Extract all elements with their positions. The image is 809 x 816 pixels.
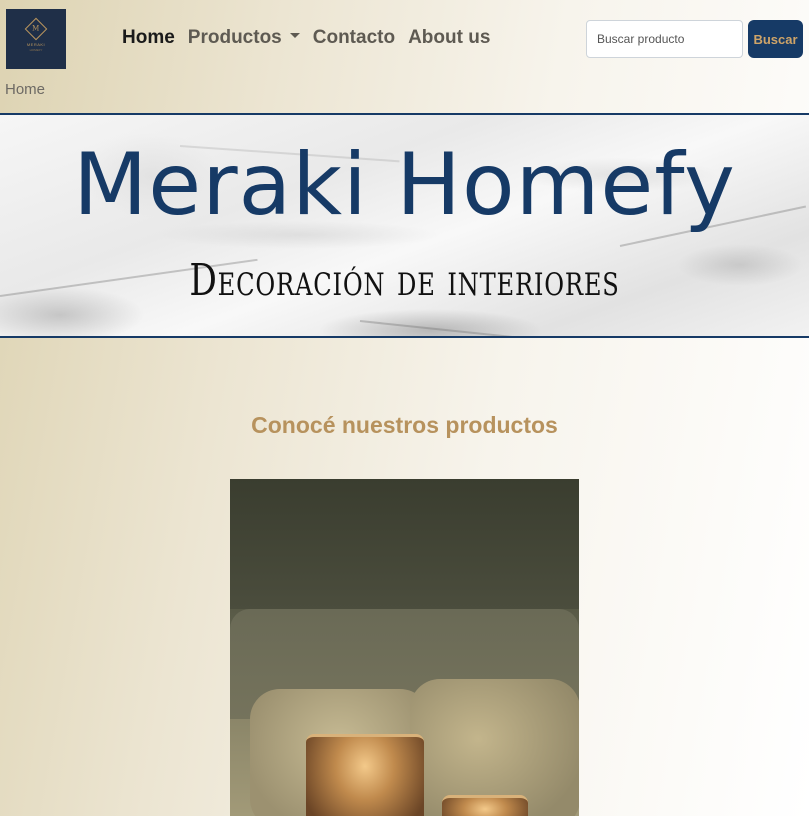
nav-contacto[interactable]: Contacto — [313, 27, 395, 49]
nav-home[interactable]: Home — [122, 27, 175, 49]
navbar: M MERAKI HOMEFY Home Productos Contacto … — [0, 0, 809, 78]
search-button[interactable]: Buscar — [748, 20, 803, 58]
section-title: Conocé nuestros productos — [251, 412, 558, 438]
product-image[interactable] — [230, 479, 579, 816]
brand-logo[interactable]: M MERAKI HOMEFY — [6, 9, 66, 69]
logo-text: MERAKI — [26, 41, 46, 47]
breadcrumb[interactable]: Home — [5, 81, 45, 98]
hero-banner: Meraki Homefy Decoración de interiores — [0, 113, 809, 338]
brand-subtitle: Decoración de interiores — [189, 255, 620, 306]
main-nav: Home Productos Contacto About us — [122, 27, 490, 49]
brand-title: Meraki Homefy — [73, 135, 736, 235]
marble-vein — [359, 320, 560, 336]
logo-diamond-icon: M — [24, 17, 48, 40]
nav-about-us[interactable]: About us — [408, 27, 490, 49]
chevron-down-icon — [289, 33, 300, 39]
search-input[interactable] — [586, 20, 743, 58]
photo-wall — [230, 479, 579, 609]
logo-subtext: HOMEFY — [29, 47, 43, 52]
logo-mark: M — [32, 24, 40, 33]
nav-productos-dropdown[interactable]: Productos — [188, 27, 300, 49]
candle-holder-small — [442, 795, 528, 816]
candle-holder-large — [306, 734, 424, 816]
nav-productos-label: Productos — [187, 27, 282, 48]
